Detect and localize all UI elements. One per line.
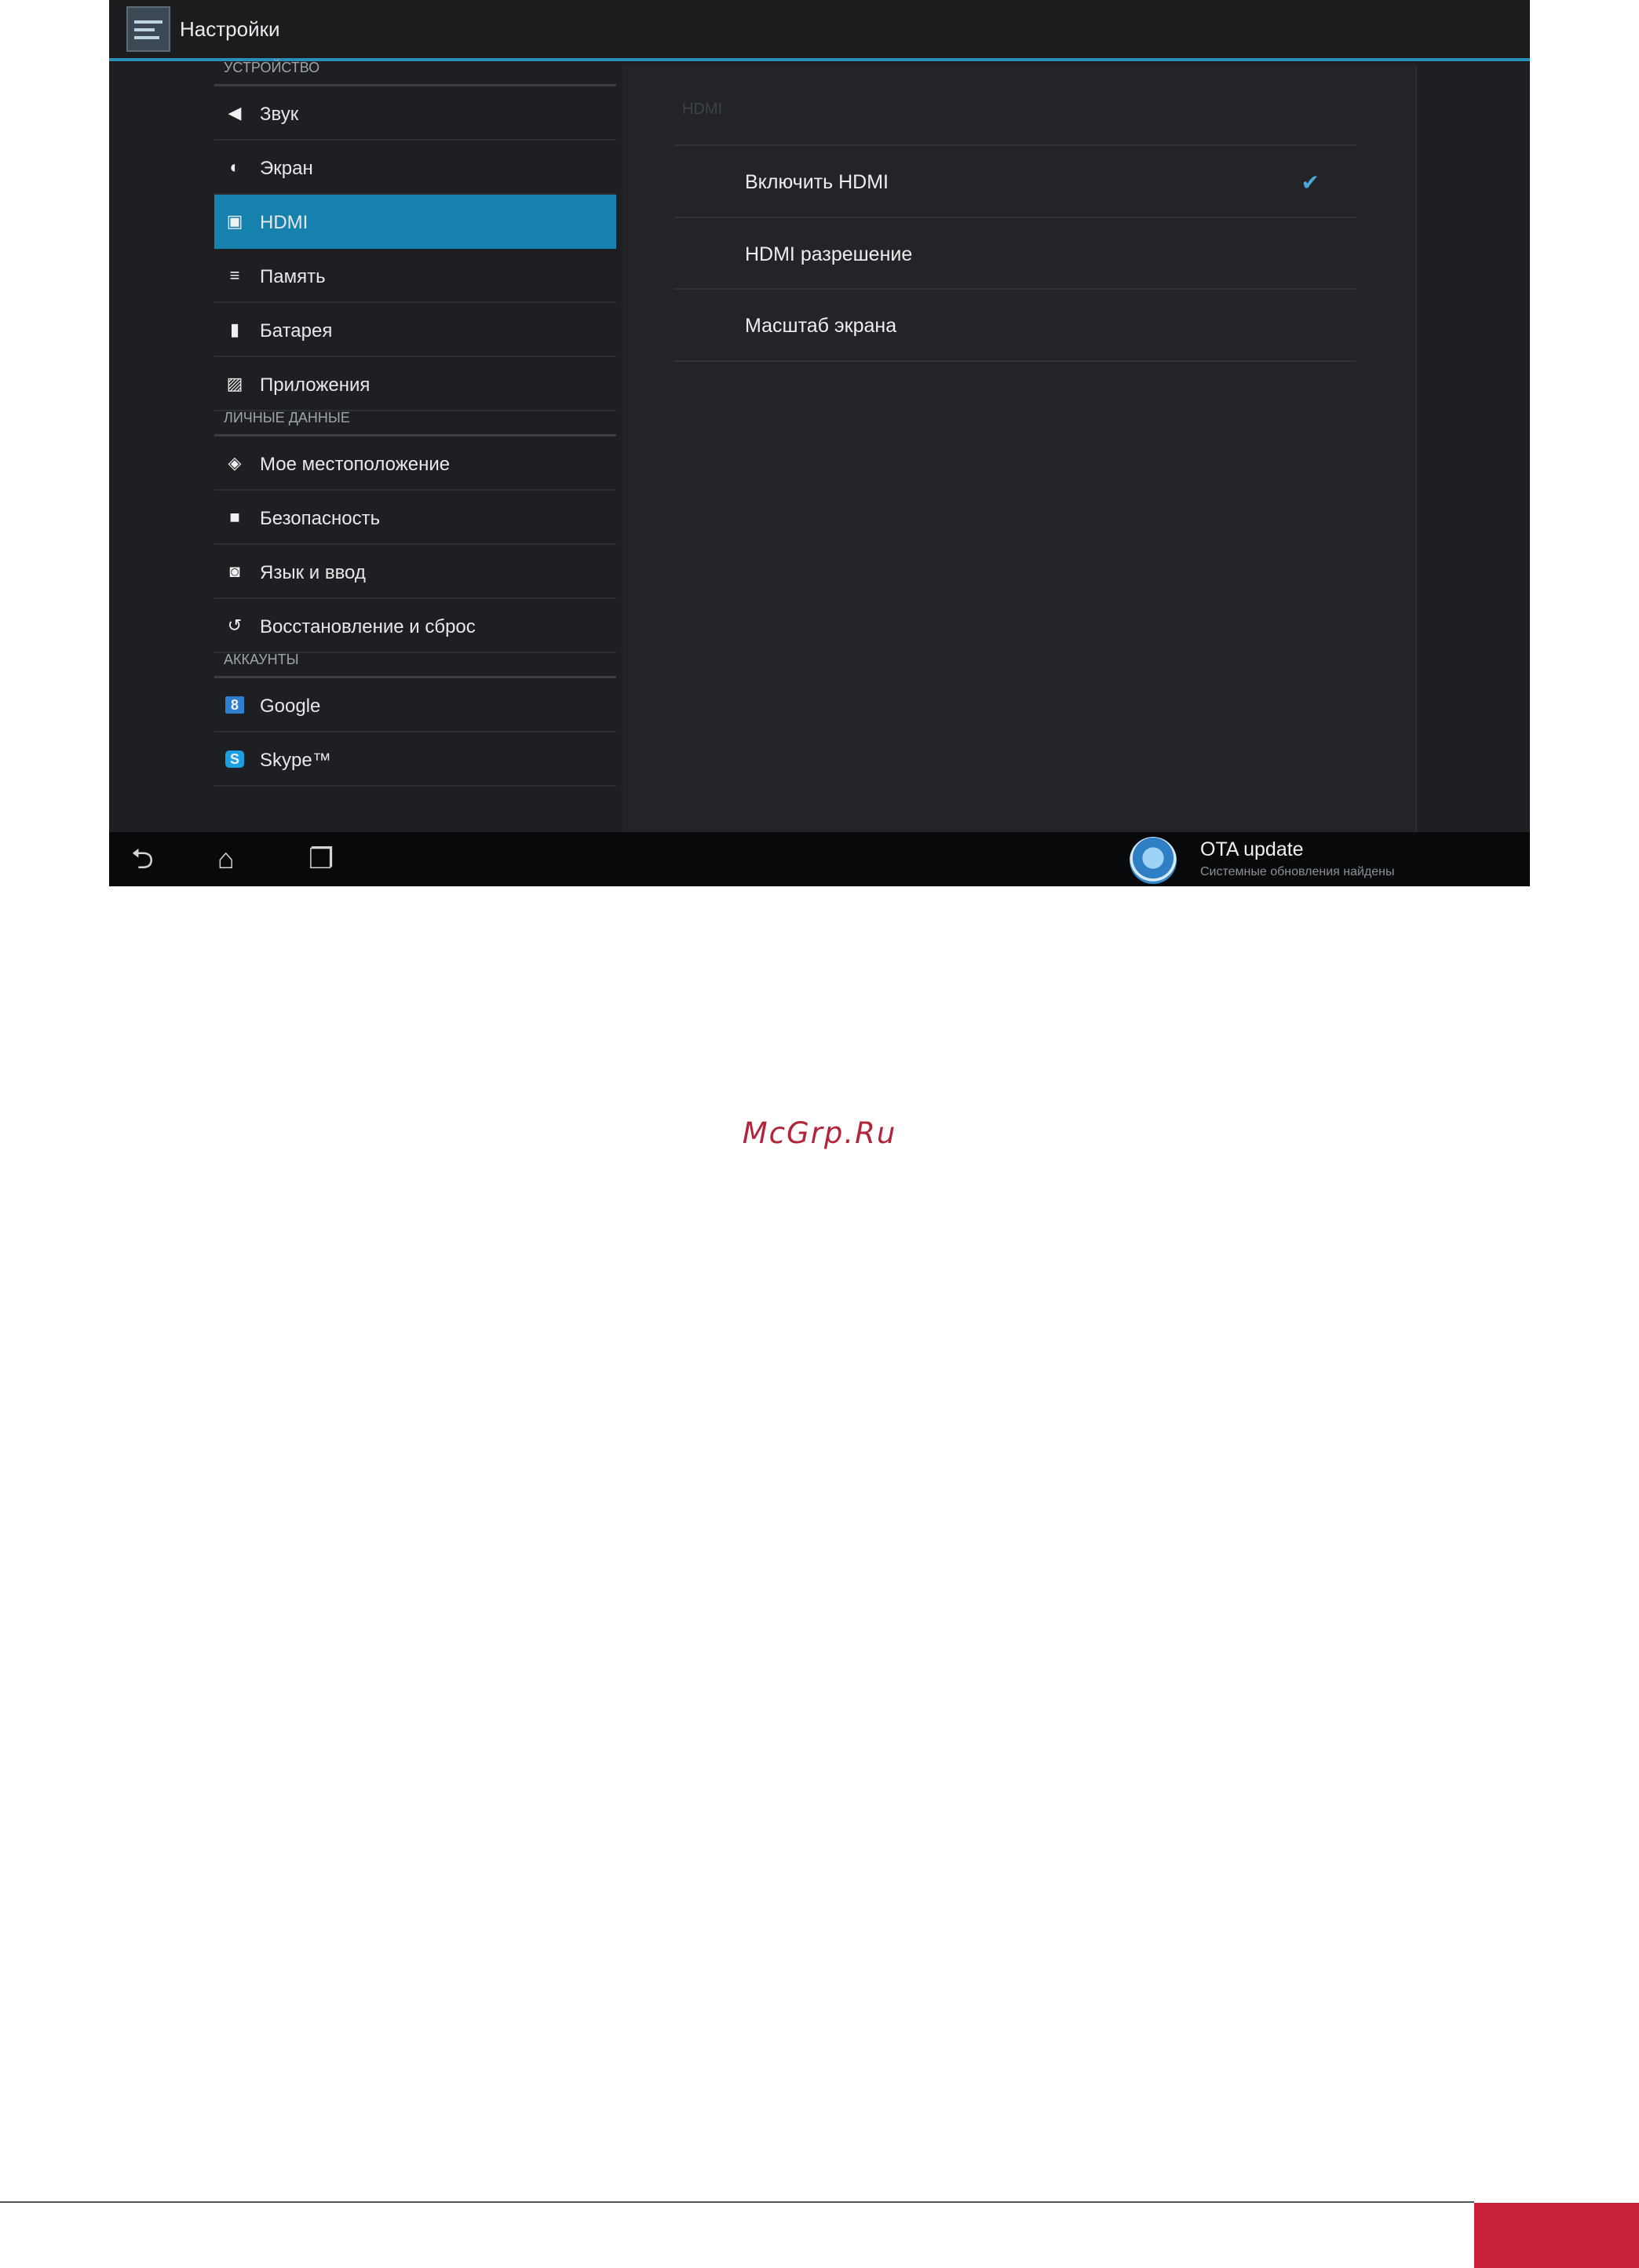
enable-hdmi-row[interactable]: Включить HDMI ✔ [674, 144, 1356, 217]
sidebar-item-hdmi[interactable]: ▣ HDMI [214, 195, 616, 249]
hdmi-resolution-row[interactable]: HDMI разрешение [674, 217, 1356, 289]
sidebar-item-label: Приложения [260, 374, 371, 396]
sidebar-item-label: Язык и ввод [260, 562, 366, 583]
skype-icon: S [225, 751, 244, 768]
enable-hdmi-label: Включить HDMI [745, 171, 889, 193]
ota-update-icon[interactable] [1130, 837, 1177, 884]
sidebar-item-google[interactable]: 8 Google [214, 678, 616, 732]
screen-scale-label: Масштаб экрана [745, 315, 897, 337]
sidebar-item-security[interactable]: ■ Безопасность [214, 491, 616, 545]
sidebar-item-label: HDMI [260, 212, 308, 233]
settings-app-icon[interactable] [126, 6, 170, 52]
sidebar-item-apps[interactable]: ▨ Приложения [214, 357, 616, 411]
sidebar-item-battery[interactable]: ▮ Батарея [214, 303, 616, 357]
sidebar-item-label: Батарея [260, 320, 333, 341]
sidebar-item-label: Безопасность [260, 508, 381, 529]
right-margin [1415, 66, 1530, 832]
home-icon[interactable]: ⌂ [217, 845, 235, 873]
footer-divider [0, 2201, 1474, 2203]
sidebar-item-label: Skype™ [260, 750, 331, 771]
watermark: McGrp.Ru [742, 1116, 897, 1150]
notification-subtitle: Системные обновления найдены [1200, 865, 1395, 878]
sidebar-item-label: Google [260, 696, 321, 717]
hdmi-icon: ▣ [226, 211, 243, 231]
sidebar-item-display[interactable]: ◐ Экран [214, 141, 616, 195]
brightness-icon: ◐ [229, 157, 240, 177]
checkbox-checked-icon[interactable]: ✔ [1301, 170, 1320, 195]
sidebar-item-storage[interactable]: ≡ Память [214, 249, 616, 303]
sidebar-item-label: Звук [260, 104, 299, 125]
sidebar-item-sound[interactable]: ◀ Звук [214, 86, 616, 141]
battery-icon: ▮ [229, 320, 240, 339]
section-header-personal: ЛИЧНЫЕ ДАННЫЕ [214, 411, 616, 436]
back-icon[interactable]: ⮌ [131, 845, 154, 873]
tablet-screen: Настройки УСТРОЙСТВО ◀ Звук ◐ Экран ▣ HD… [109, 0, 1530, 886]
screen-scale-row[interactable]: Масштаб экрана [674, 288, 1356, 360]
action-bar: Настройки [109, 0, 1530, 58]
system-nav-bar: ⮌ ⌂ ❐ OTA update Системные обновления на… [109, 832, 1530, 886]
app-title: Настройки [180, 17, 280, 41]
sidebar-item-skype[interactable]: S Skype™ [214, 732, 616, 787]
sidebar-item-backup-reset[interactable]: ↺ Восстановление и сброс [214, 599, 616, 653]
section-header-device: УСТРОЙСТВО [214, 60, 616, 86]
restore-icon: ↺ [227, 615, 243, 635]
footer-page-block [1474, 2203, 1639, 2268]
language-icon: ◙ [229, 561, 240, 581]
hdmi-detail-panel: HDMI Включить HDMI ✔ HDMI разрешение Мас… [622, 66, 1415, 832]
detail-divider [674, 360, 1356, 362]
sidebar-item-label: Экран [260, 158, 313, 179]
volume-icon: ◀ [228, 103, 242, 122]
location-icon: ◈ [228, 453, 242, 473]
sidebar-item-label: Память [260, 266, 326, 287]
sidebar-item-language[interactable]: ◙ Язык и ввод [214, 545, 616, 599]
notification-title[interactable]: OTA update [1200, 838, 1304, 861]
hdmi-resolution-label: HDMI разрешение [745, 243, 913, 265]
sidebar-item-label: Мое местоположение [260, 454, 451, 475]
sidebar-item-label: Восстановление и сброс [260, 616, 476, 637]
recent-apps-icon[interactable]: ❐ [308, 845, 334, 873]
storage-icon: ≡ [229, 265, 240, 285]
apps-icon: ▨ [226, 374, 243, 393]
section-header-accounts: АККАУНТЫ [214, 652, 616, 678]
google-icon: 8 [225, 696, 244, 714]
sidebar-item-location[interactable]: ◈ Мое местоположение [214, 436, 616, 491]
lock-icon: ■ [229, 507, 240, 527]
settings-sidebar: УСТРОЙСТВО ◀ Звук ◐ Экран ▣ HDMI ≡ Памят… [214, 60, 616, 832]
detail-header: HDMI [682, 100, 723, 118]
